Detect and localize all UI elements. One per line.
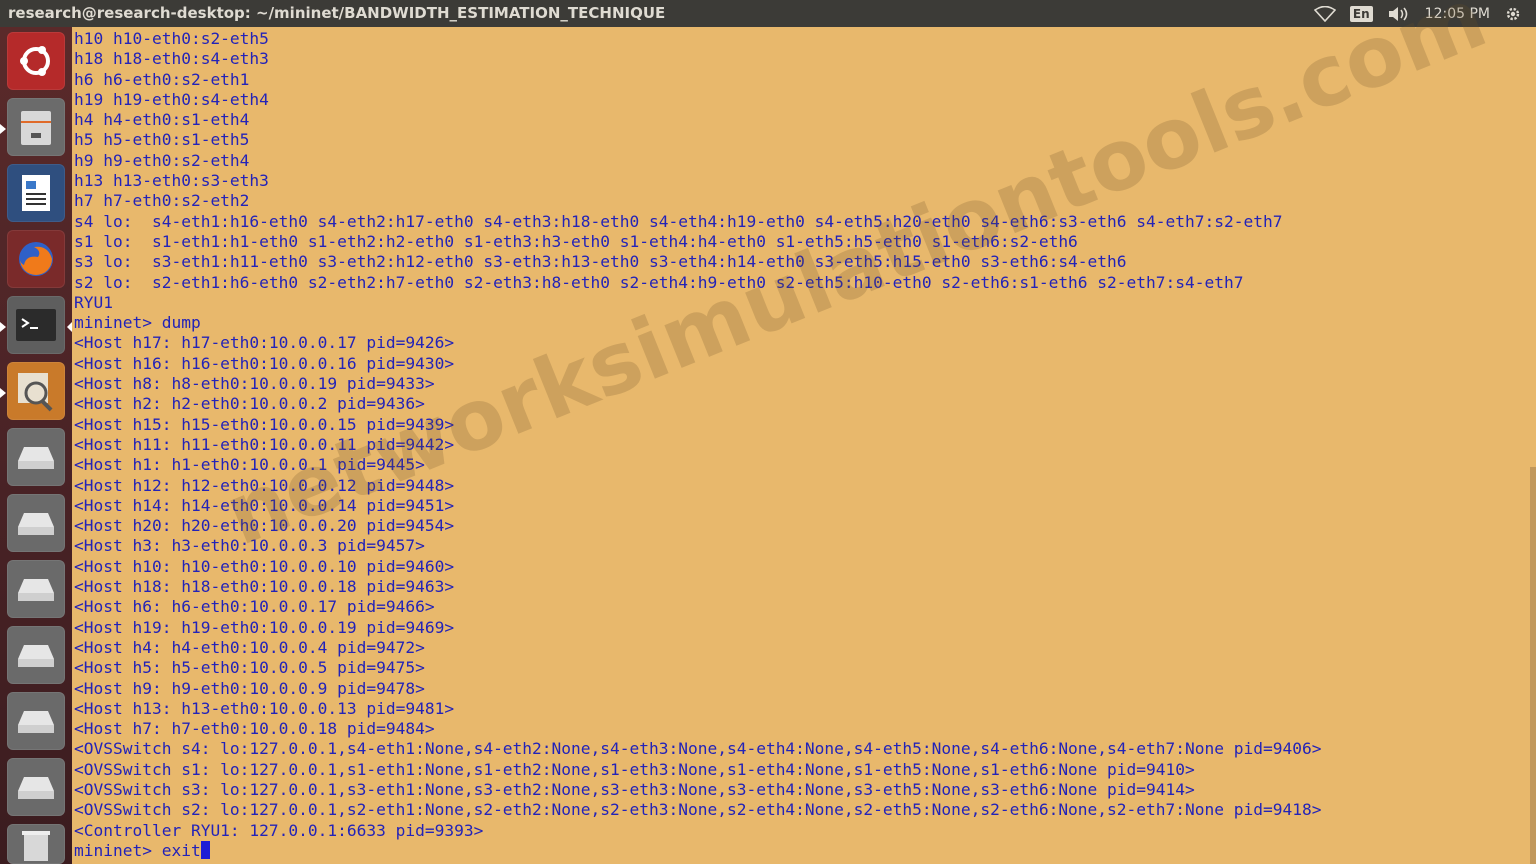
running-indicator (0, 322, 6, 332)
terminal-line: <OVSSwitch s4: lo:127.0.0.1,s4-eth1:None… (74, 739, 1322, 759)
dash-home-button[interactable] (7, 32, 65, 90)
terminal-line: <Host h20: h20-eth0:10.0.0.20 pid=9454> (74, 516, 455, 536)
running-indicator (0, 124, 6, 134)
launcher (0, 27, 72, 864)
terminal-line: h4 h4-eth0:s1-eth4 (74, 110, 250, 130)
drive-icon (18, 645, 54, 667)
drive-6-button[interactable] (7, 758, 65, 816)
terminal-line: h13 h13-eth0:s3-eth3 (74, 171, 269, 191)
drive-5-button[interactable] (7, 692, 65, 750)
terminal-line: mininet> dump (74, 313, 201, 333)
terminal-line: s2 lo: s2-eth1:h6-eth0 s2-eth2:h7-eth0 s… (74, 272, 1244, 292)
terminal-line: <Host h14: h14-eth0:10.0.0.14 pid=9451> (74, 495, 455, 515)
clock[interactable]: 12:05 PM (1425, 6, 1490, 22)
terminal-line: <Host h19: h19-eth0:10.0.0.19 pid=9469> (74, 617, 455, 637)
image-viewer-button[interactable] (7, 362, 65, 420)
language-badge: En (1349, 5, 1373, 22)
terminal-line: <Host h5: h5-eth0:10.0.0.5 pid=9475> (74, 658, 425, 678)
terminal-line: h9 h9-eth0:s2-eth4 (74, 150, 250, 170)
drive-1-button[interactable] (7, 428, 65, 486)
terminal-line: <Host h7: h7-eth0:10.0.0.18 pid=9484> (74, 719, 435, 739)
running-indicator (0, 388, 6, 398)
firefox-button[interactable] (7, 230, 65, 288)
files-button[interactable] (7, 98, 65, 156)
terminal-line: RYU1 (74, 292, 113, 312)
wifi-icon[interactable] (1313, 5, 1336, 22)
writer-document-icon (22, 175, 50, 211)
terminal-line: <OVSSwitch s1: lo:127.0.0.1,s1-eth1:None… (74, 759, 1195, 779)
terminal-line: <Host h15: h15-eth0:10.0.0.15 pid=9439> (74, 414, 455, 434)
top-panel: research@research-desktop: ~/mininet/BAN… (0, 0, 1536, 27)
terminal-line: <Host h10: h10-eth0:10.0.0.10 pid=9460> (74, 556, 455, 576)
volume-icon[interactable] (1387, 6, 1411, 22)
terminal-line: h6 h6-eth0:s2-eth1 (74, 69, 250, 89)
terminal-line: s1 lo: s1-eth1:h1-eth0 s1-eth2:h2-eth0 s… (74, 231, 1078, 251)
firefox-icon (19, 242, 53, 276)
terminal-line: <Host h17: h17-eth0:10.0.0.17 pid=9426> (74, 333, 455, 353)
terminal-line: <Host h16: h16-eth0:10.0.0.16 pid=9430> (74, 353, 455, 373)
file-cabinet-icon (21, 111, 51, 145)
terminal-prompt-line[interactable]: mininet> exit (74, 840, 1321, 861)
drive-4-button[interactable] (7, 626, 65, 684)
drive-icon (18, 711, 54, 733)
terminal-line: <Host h9: h9-eth0:10.0.0.9 pid=9478> (74, 678, 425, 698)
terminal-scrollbar[interactable] (1530, 467, 1536, 864)
terminal-line: <Host h3: h3-eth0:10.0.0.3 pid=9457> (74, 536, 425, 556)
terminal-window[interactable]: h10 h10-eth0:s2-eth5 h18 h18-eth0:s4-eth3… (72, 27, 1536, 864)
terminal-line: h5 h5-eth0:s1-eth5 (74, 130, 250, 150)
terminal-line: <Host h6: h6-eth0:10.0.0.17 pid=9466> (74, 597, 435, 617)
terminal-line: <Host h8: h8-eth0:10.0.0.19 pid=9433> (74, 374, 435, 394)
terminal-line: <Host h11: h11-eth0:10.0.0.11 pid=9442> (74, 434, 455, 454)
terminal-line: <Host h13: h13-eth0:10.0.0.13 pid=9481> (74, 698, 455, 718)
terminal-line: s4 lo: s4-eth1:h16-eth0 s4-eth2:h17-eth0… (74, 211, 1283, 231)
text-cursor (200, 840, 210, 859)
trash-icon (22, 831, 50, 861)
terminal-line: <Host h2: h2-eth0:10.0.0.2 pid=9436> (74, 394, 425, 414)
window-title: research@research-desktop: ~/mininet/BAN… (8, 4, 666, 22)
terminal-line: h10 h10-eth0:s2-eth5 (74, 29, 269, 48)
prompt-text: mininet> exit (74, 840, 201, 860)
drive-icon (18, 447, 54, 469)
terminal-icon (16, 309, 56, 341)
drive-icon (18, 513, 54, 535)
terminal-button[interactable] (7, 296, 65, 354)
drive-icon (18, 579, 54, 601)
libreoffice-writer-button[interactable] (7, 164, 65, 222)
terminal-line: h19 h19-eth0:s4-eth4 (74, 89, 269, 109)
terminal-line: h7 h7-eth0:s2-eth2 (74, 191, 250, 211)
drive-2-button[interactable] (7, 494, 65, 552)
terminal-output[interactable]: h10 h10-eth0:s2-eth5 h18 h18-eth0:s4-eth3… (74, 29, 1321, 861)
drive-icon (18, 777, 54, 799)
terminal-line: <Host h1: h1-eth0:10.0.0.1 pid=9445> (74, 455, 425, 475)
system-tray: En 12:05 PM (1313, 0, 1536, 27)
terminal-line: <Host h12: h12-eth0:10.0.0.12 pid=9448> (74, 475, 455, 495)
terminal-line: s3 lo: s3-eth1:h11-eth0 s3-eth2:h12-eth0… (74, 252, 1127, 272)
magnifier-icon (18, 373, 53, 412)
terminal-line: <Host h18: h18-eth0:10.0.0.18 pid=9463> (74, 577, 455, 597)
keyboard-language-icon[interactable]: En (1349, 5, 1373, 22)
gear-icon[interactable] (1504, 5, 1522, 23)
trash-button[interactable] (7, 824, 65, 864)
terminal-line: <OVSSwitch s3: lo:127.0.0.1,s3-eth1:None… (74, 779, 1195, 799)
terminal-line: <OVSSwitch s2: lo:127.0.0.1,s2-eth1:None… (74, 800, 1322, 820)
drive-3-button[interactable] (7, 560, 65, 618)
terminal-line: <Host h4: h4-eth0:10.0.0.4 pid=9472> (74, 637, 425, 657)
ubuntu-logo-icon (20, 46, 50, 76)
terminal-line: <Controller RYU1: 127.0.0.1:6633 pid=939… (74, 820, 484, 840)
terminal-line: h18 h18-eth0:s4-eth3 (74, 49, 269, 69)
